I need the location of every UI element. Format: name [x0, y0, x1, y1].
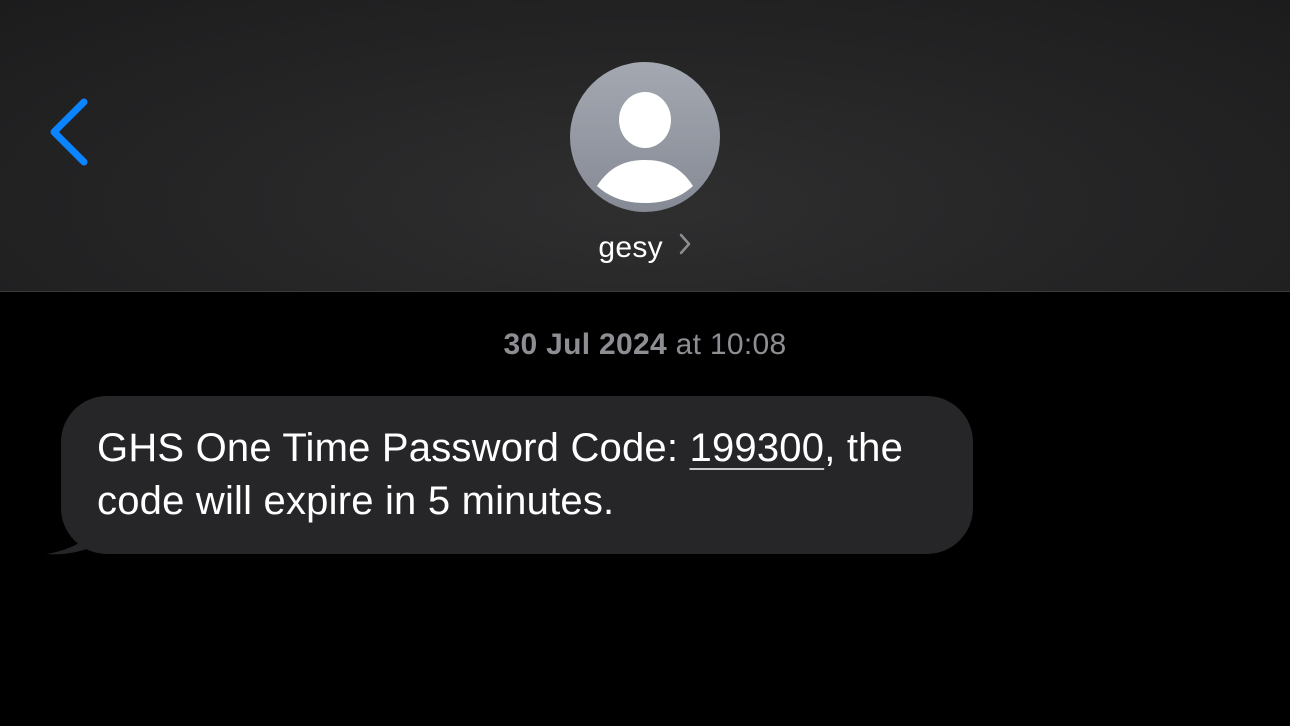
incoming-message[interactable]: GHS One Time Password Code: 199300, the … [44, 396, 974, 558]
contact-name-row[interactable]: gesy [0, 230, 1290, 266]
message-thread-screen: gesy 30 Jul 2024 at 10:08 GHS One Time P… [0, 0, 1290, 726]
message-text-before: GHS One Time Password Code: [97, 426, 690, 470]
conversation-header: gesy [0, 0, 1290, 292]
message-timestamp: 30 Jul 2024 at 10:08 [0, 328, 1290, 362]
otp-code-link[interactable]: 199300 [690, 426, 825, 470]
person-silhouette-icon [597, 92, 693, 203]
message-bubble[interactable]: GHS One Time Password Code: 199300, the … [61, 396, 973, 554]
timestamp-date: 30 Jul 2024 [503, 328, 667, 361]
timestamp-time: 10:08 [709, 328, 787, 361]
contact-details-button[interactable]: gesy [0, 62, 1290, 266]
avatar[interactable] [570, 62, 720, 212]
chevron-right-icon [678, 229, 692, 265]
contact-name: gesy [598, 231, 663, 264]
timestamp-at: at [666, 328, 710, 361]
